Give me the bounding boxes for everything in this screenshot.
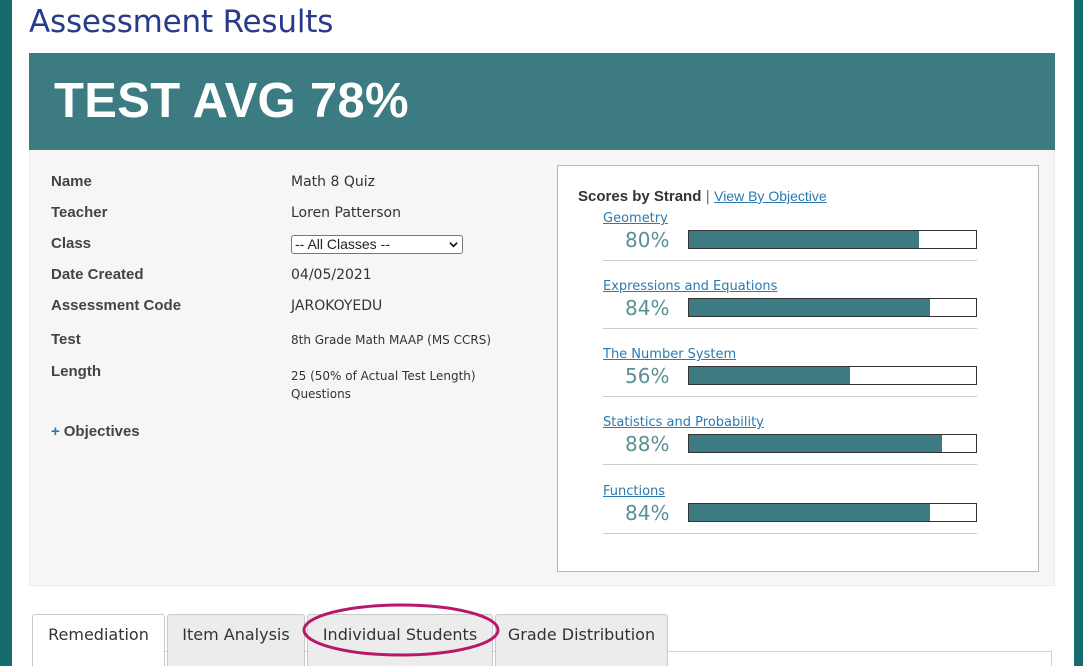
strand-progress-bar bbox=[688, 298, 977, 317]
test-average-banner: TEST AVG 78% bbox=[29, 53, 1055, 150]
length-value-line2: Questions bbox=[291, 387, 351, 401]
strand-geometry: Geometry 80% bbox=[603, 211, 977, 279]
strand-name-link[interactable]: The Number System bbox=[603, 347, 736, 362]
test-value: 8th Grade Math MAAP (MS CCRS) bbox=[291, 333, 492, 347]
strand-percent: 88% bbox=[625, 432, 670, 456]
test-average-text: TEST AVG 78% bbox=[54, 74, 409, 128]
strand-expressions-equations: Expressions and Equations 84% bbox=[603, 279, 977, 347]
strand-panel-header: Scores by Strand | View By Objective bbox=[578, 188, 827, 205]
objectives-toggle[interactable]: + Objectives bbox=[51, 423, 140, 440]
strand-percent: 56% bbox=[625, 364, 670, 388]
strand-name-link[interactable]: Functions bbox=[603, 484, 665, 499]
header-separator: | bbox=[705, 189, 711, 205]
chevron-down-icon bbox=[449, 242, 458, 248]
strand-name-link[interactable]: Expressions and Equations bbox=[603, 279, 777, 294]
strand-divider bbox=[603, 260, 977, 261]
page-frame-right bbox=[1074, 0, 1083, 666]
assessment-code-value: JAROKOYEDU bbox=[291, 298, 383, 314]
tab-remediation[interactable]: Remediation bbox=[32, 614, 165, 666]
date-created-label: Date Created bbox=[51, 266, 144, 283]
class-select-value: -- All Classes -- bbox=[295, 236, 390, 252]
class-label: Class bbox=[51, 235, 92, 252]
strand-progress-fill bbox=[689, 367, 850, 384]
tab-individual-students[interactable]: Individual Students bbox=[307, 614, 493, 666]
plus-icon: + bbox=[51, 423, 60, 440]
tab-item-analysis[interactable]: Item Analysis bbox=[167, 614, 305, 666]
strand-name-link[interactable]: Statistics and Probability bbox=[603, 415, 764, 430]
tab-grade-distribution[interactable]: Grade Distribution bbox=[495, 614, 668, 666]
strand-name-link[interactable]: Geometry bbox=[603, 211, 668, 226]
strand-percent: 80% bbox=[625, 228, 670, 252]
page-title: Assessment Results bbox=[29, 4, 334, 40]
strand-percent: 84% bbox=[625, 501, 670, 525]
name-label: Name bbox=[51, 173, 92, 190]
strand-progress-bar bbox=[688, 434, 977, 453]
length-value: 25 (50% of Actual Test Length) Questions bbox=[291, 367, 476, 403]
strand-progress-fill bbox=[689, 299, 931, 316]
strand-panel-title: Scores by Strand bbox=[578, 188, 702, 205]
view-by-objective-link[interactable]: View By Objective bbox=[714, 188, 827, 204]
strand-progress-fill bbox=[689, 435, 942, 452]
test-label: Test bbox=[51, 331, 81, 348]
teacher-value: Loren Patterson bbox=[291, 205, 401, 221]
strand-percent: 84% bbox=[625, 296, 670, 320]
strand-progress-fill bbox=[689, 504, 931, 521]
class-select[interactable]: -- All Classes -- bbox=[291, 235, 463, 254]
length-label: Length bbox=[51, 363, 101, 380]
page-frame-left bbox=[0, 0, 12, 666]
strand-progress-fill bbox=[689, 231, 919, 248]
strand-divider bbox=[603, 464, 977, 465]
objectives-label: Objectives bbox=[63, 423, 140, 440]
strand-progress-bar bbox=[688, 503, 977, 522]
strand-statistics-probability: Statistics and Probability 88% bbox=[603, 415, 977, 483]
strand-progress-bar bbox=[688, 230, 977, 249]
strand-functions: Functions 84% bbox=[603, 484, 977, 552]
strand-divider bbox=[603, 533, 977, 534]
date-created-value: 04/05/2021 bbox=[291, 267, 372, 283]
length-value-line1: 25 (50% of Actual Test Length) bbox=[291, 369, 476, 383]
strand-progress-bar bbox=[688, 366, 977, 385]
assessment-code-label: Assessment Code bbox=[51, 297, 182, 314]
strand-number-system: The Number System 56% bbox=[603, 347, 977, 415]
name-value: Math 8 Quiz bbox=[291, 174, 375, 190]
strand-divider bbox=[603, 396, 977, 397]
teacher-label: Teacher bbox=[51, 204, 108, 221]
strand-divider bbox=[603, 328, 977, 329]
